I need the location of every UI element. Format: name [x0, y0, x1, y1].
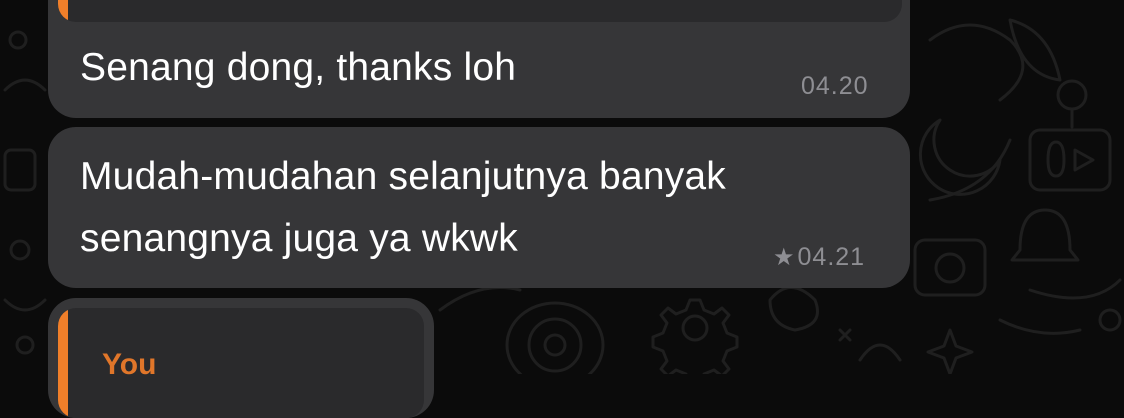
message-meta: ★04.21 — [773, 243, 865, 272]
previous-message-bubble[interactable]: Senang dong, thanks loh 04.20 — [48, 0, 910, 118]
doodle-bell-icon — [1010, 208, 1080, 262]
doodle-gear-icon — [651, 298, 739, 374]
message-text-line-2: senangnya juga ya wkwk — [80, 217, 518, 260]
message-bubble[interactable]: Mudah-mudahan selanjutnya banyak senangn… — [48, 127, 910, 288]
quoted-reply-box[interactable]: You — [58, 308, 424, 418]
doodle-target-icon — [505, 301, 605, 374]
doodle-pin-icon — [1056, 79, 1088, 111]
quoted-reply-sender: You — [102, 348, 157, 381]
reply-message-bubble[interactable]: You — [48, 298, 434, 418]
quoted-reply-accent-bar — [58, 308, 68, 418]
message-text: Senang dong, thanks loh — [80, 46, 517, 89]
doodle-swirl-icon — [928, 23, 1025, 102]
message-text-line-1: Mudah-mudahan selanjutnya banyak — [80, 155, 726, 198]
doodle-moon-icon — [918, 118, 1002, 196]
doodle-mic-icon — [1046, 140, 1066, 178]
doodle-tag-icon — [768, 286, 819, 332]
doodle-sparkle-icon — [926, 328, 974, 374]
star-icon: ★ — [773, 244, 796, 271]
message-timestamp: 04.21 — [797, 243, 866, 271]
previous-quote-box — [58, 0, 902, 22]
previous-quote-accent-bar — [58, 0, 68, 22]
message-timestamp: 04.20 — [801, 72, 869, 100]
doodle-video-icon — [1028, 128, 1112, 192]
doodle-camera-icon — [913, 238, 987, 297]
